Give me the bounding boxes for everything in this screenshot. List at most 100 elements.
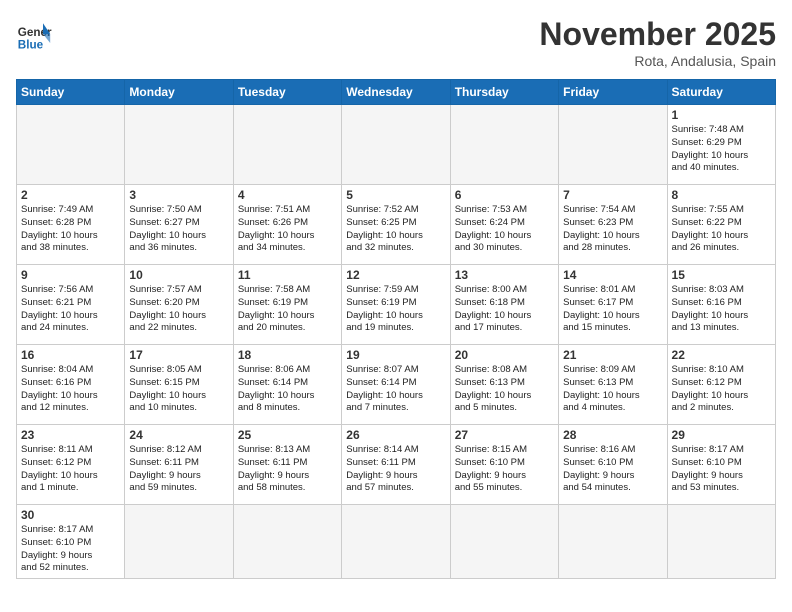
day-info: Sunrise: 7:52 AM Sunset: 6:25 PM Dayligh… bbox=[346, 204, 445, 255]
day-number: 10 bbox=[129, 268, 228, 282]
day-info: Sunrise: 8:11 AM Sunset: 6:12 PM Dayligh… bbox=[21, 444, 120, 495]
day-number: 29 bbox=[672, 428, 771, 442]
day-info: Sunrise: 8:09 AM Sunset: 6:13 PM Dayligh… bbox=[563, 364, 662, 415]
day-info: Sunrise: 8:05 AM Sunset: 6:15 PM Dayligh… bbox=[129, 364, 228, 415]
calendar-week-2: 2 Sunrise: 7:49 AM Sunset: 6:28 PM Daylig… bbox=[17, 185, 776, 265]
calendar-cell: 28 Sunrise: 8:16 AM Sunset: 6:10 PM Dayli… bbox=[559, 425, 667, 505]
calendar-cell bbox=[233, 505, 341, 579]
weekday-sunday: Sunday bbox=[17, 80, 125, 105]
calendar-cell: 19 Sunrise: 8:07 AM Sunset: 6:14 PM Dayli… bbox=[342, 345, 450, 425]
month-title: November 2025 bbox=[539, 16, 776, 53]
calendar-cell: 12Sunrise: 7:59 AM Sunset: 6:19 PM Dayli… bbox=[342, 265, 450, 345]
day-number: 8 bbox=[672, 188, 771, 202]
day-info: Sunrise: 8:04 AM Sunset: 6:16 PM Dayligh… bbox=[21, 364, 120, 415]
day-info: Sunrise: 8:17 AM Sunset: 6:10 PM Dayligh… bbox=[672, 444, 771, 495]
weekday-monday: Monday bbox=[125, 80, 233, 105]
day-info: Sunrise: 8:08 AM Sunset: 6:13 PM Dayligh… bbox=[455, 364, 554, 415]
calendar-table: SundayMondayTuesdayWednesdayThursdayFrid… bbox=[16, 79, 776, 579]
day-number: 26 bbox=[346, 428, 445, 442]
day-number: 20 bbox=[455, 348, 554, 362]
calendar-cell: 13 Sunrise: 8:00 AM Sunset: 6:18 PM Dayli… bbox=[450, 265, 558, 345]
calendar-cell: 21 Sunrise: 8:09 AM Sunset: 6:13 PM Dayli… bbox=[559, 345, 667, 425]
day-number: 17 bbox=[129, 348, 228, 362]
calendar-cell: 8 Sunrise: 7:55 AM Sunset: 6:22 PM Daylig… bbox=[667, 185, 775, 265]
logo: General Blue bbox=[16, 16, 52, 52]
day-number: 24 bbox=[129, 428, 228, 442]
day-info: Sunrise: 8:07 AM Sunset: 6:14 PM Dayligh… bbox=[346, 364, 445, 415]
calendar-cell: 30 Sunrise: 8:17 AM Sunset: 6:10 PM Dayli… bbox=[17, 505, 125, 579]
calendar-cell: 3Sunrise: 7:50 AM Sunset: 6:27 PM Daylig… bbox=[125, 185, 233, 265]
day-info: Sunrise: 7:53 AM Sunset: 6:24 PM Dayligh… bbox=[455, 204, 554, 255]
day-info: Sunrise: 8:17 AM Sunset: 6:10 PM Dayligh… bbox=[21, 524, 120, 575]
day-info: Sunrise: 7:56 AM Sunset: 6:21 PM Dayligh… bbox=[21, 284, 120, 335]
day-number: 11 bbox=[238, 268, 337, 282]
calendar-week-5: 23 Sunrise: 8:11 AM Sunset: 6:12 PM Dayli… bbox=[17, 425, 776, 505]
calendar-cell bbox=[342, 105, 450, 185]
day-number: 4 bbox=[238, 188, 337, 202]
day-info: Sunrise: 7:55 AM Sunset: 6:22 PM Dayligh… bbox=[672, 204, 771, 255]
calendar-cell: 4 Sunrise: 7:51 AM Sunset: 6:26 PM Daylig… bbox=[233, 185, 341, 265]
calendar-week-6: 30 Sunrise: 8:17 AM Sunset: 6:10 PM Dayli… bbox=[17, 505, 776, 579]
weekday-wednesday: Wednesday bbox=[342, 80, 450, 105]
day-info: Sunrise: 8:00 AM Sunset: 6:18 PM Dayligh… bbox=[455, 284, 554, 335]
day-info: Sunrise: 8:01 AM Sunset: 6:17 PM Dayligh… bbox=[563, 284, 662, 335]
calendar-cell bbox=[125, 105, 233, 185]
calendar-cell: 25 Sunrise: 8:13 AM Sunset: 6:11 PM Dayli… bbox=[233, 425, 341, 505]
day-info: Sunrise: 7:49 AM Sunset: 6:28 PM Dayligh… bbox=[21, 204, 120, 255]
day-number: 28 bbox=[563, 428, 662, 442]
calendar-cell: 16 Sunrise: 8:04 AM Sunset: 6:16 PM Dayli… bbox=[17, 345, 125, 425]
day-info: Sunrise: 7:54 AM Sunset: 6:23 PM Dayligh… bbox=[563, 204, 662, 255]
weekday-saturday: Saturday bbox=[667, 80, 775, 105]
day-number: 3 bbox=[129, 188, 228, 202]
day-info: Sunrise: 7:59 AM Sunset: 6:19 PM Dayligh… bbox=[346, 284, 445, 335]
day-number: 9 bbox=[21, 268, 120, 282]
day-number: 13 bbox=[455, 268, 554, 282]
calendar-week-4: 16 Sunrise: 8:04 AM Sunset: 6:16 PM Dayli… bbox=[17, 345, 776, 425]
calendar-cell bbox=[559, 505, 667, 579]
day-number: 15 bbox=[672, 268, 771, 282]
calendar-body: 1Sunrise: 7:48 AM Sunset: 6:29 PM Daylig… bbox=[17, 105, 776, 579]
calendar-cell: 18Sunrise: 8:06 AM Sunset: 6:14 PM Dayli… bbox=[233, 345, 341, 425]
day-number: 14 bbox=[563, 268, 662, 282]
weekday-tuesday: Tuesday bbox=[233, 80, 341, 105]
calendar-cell: 29 Sunrise: 8:17 AM Sunset: 6:10 PM Dayli… bbox=[667, 425, 775, 505]
title-block: November 2025 Rota, Andalusia, Spain bbox=[539, 16, 776, 69]
day-info: Sunrise: 7:51 AM Sunset: 6:26 PM Dayligh… bbox=[238, 204, 337, 255]
calendar-cell: 20 Sunrise: 8:08 AM Sunset: 6:13 PM Dayli… bbox=[450, 345, 558, 425]
day-number: 1 bbox=[672, 108, 771, 122]
calendar-cell: 17 Sunrise: 8:05 AM Sunset: 6:15 PM Dayli… bbox=[125, 345, 233, 425]
day-number: 22 bbox=[672, 348, 771, 362]
day-info: Sunrise: 8:15 AM Sunset: 6:10 PM Dayligh… bbox=[455, 444, 554, 495]
calendar-cell bbox=[450, 105, 558, 185]
calendar-cell: 14 Sunrise: 8:01 AM Sunset: 6:17 PM Dayli… bbox=[559, 265, 667, 345]
day-number: 19 bbox=[346, 348, 445, 362]
day-number: 16 bbox=[21, 348, 120, 362]
weekday-friday: Friday bbox=[559, 80, 667, 105]
day-number: 2 bbox=[21, 188, 120, 202]
calendar-cell: 5 Sunrise: 7:52 AM Sunset: 6:25 PM Daylig… bbox=[342, 185, 450, 265]
calendar-cell: 26 Sunrise: 8:14 AM Sunset: 6:11 PM Dayli… bbox=[342, 425, 450, 505]
day-info: Sunrise: 8:03 AM Sunset: 6:16 PM Dayligh… bbox=[672, 284, 771, 335]
day-number: 23 bbox=[21, 428, 120, 442]
calendar-cell bbox=[667, 505, 775, 579]
calendar-cell: 22Sunrise: 8:10 AM Sunset: 6:12 PM Dayli… bbox=[667, 345, 775, 425]
calendar-week-1: 1Sunrise: 7:48 AM Sunset: 6:29 PM Daylig… bbox=[17, 105, 776, 185]
calendar-cell bbox=[233, 105, 341, 185]
calendar-cell: 27Sunrise: 8:15 AM Sunset: 6:10 PM Dayli… bbox=[450, 425, 558, 505]
calendar-cell bbox=[342, 505, 450, 579]
day-number: 21 bbox=[563, 348, 662, 362]
location: Rota, Andalusia, Spain bbox=[539, 53, 776, 69]
day-number: 30 bbox=[21, 508, 120, 522]
weekday-thursday: Thursday bbox=[450, 80, 558, 105]
calendar-cell bbox=[450, 505, 558, 579]
calendar-cell: 9 Sunrise: 7:56 AM Sunset: 6:21 PM Daylig… bbox=[17, 265, 125, 345]
day-info: Sunrise: 8:16 AM Sunset: 6:10 PM Dayligh… bbox=[563, 444, 662, 495]
day-number: 25 bbox=[238, 428, 337, 442]
calendar-cell: 1Sunrise: 7:48 AM Sunset: 6:29 PM Daylig… bbox=[667, 105, 775, 185]
day-number: 5 bbox=[346, 188, 445, 202]
calendar-cell: 6Sunrise: 7:53 AM Sunset: 6:24 PM Daylig… bbox=[450, 185, 558, 265]
day-info: Sunrise: 8:14 AM Sunset: 6:11 PM Dayligh… bbox=[346, 444, 445, 495]
day-number: 18 bbox=[238, 348, 337, 362]
calendar-cell: 24Sunrise: 8:12 AM Sunset: 6:11 PM Dayli… bbox=[125, 425, 233, 505]
day-info: Sunrise: 8:13 AM Sunset: 6:11 PM Dayligh… bbox=[238, 444, 337, 495]
